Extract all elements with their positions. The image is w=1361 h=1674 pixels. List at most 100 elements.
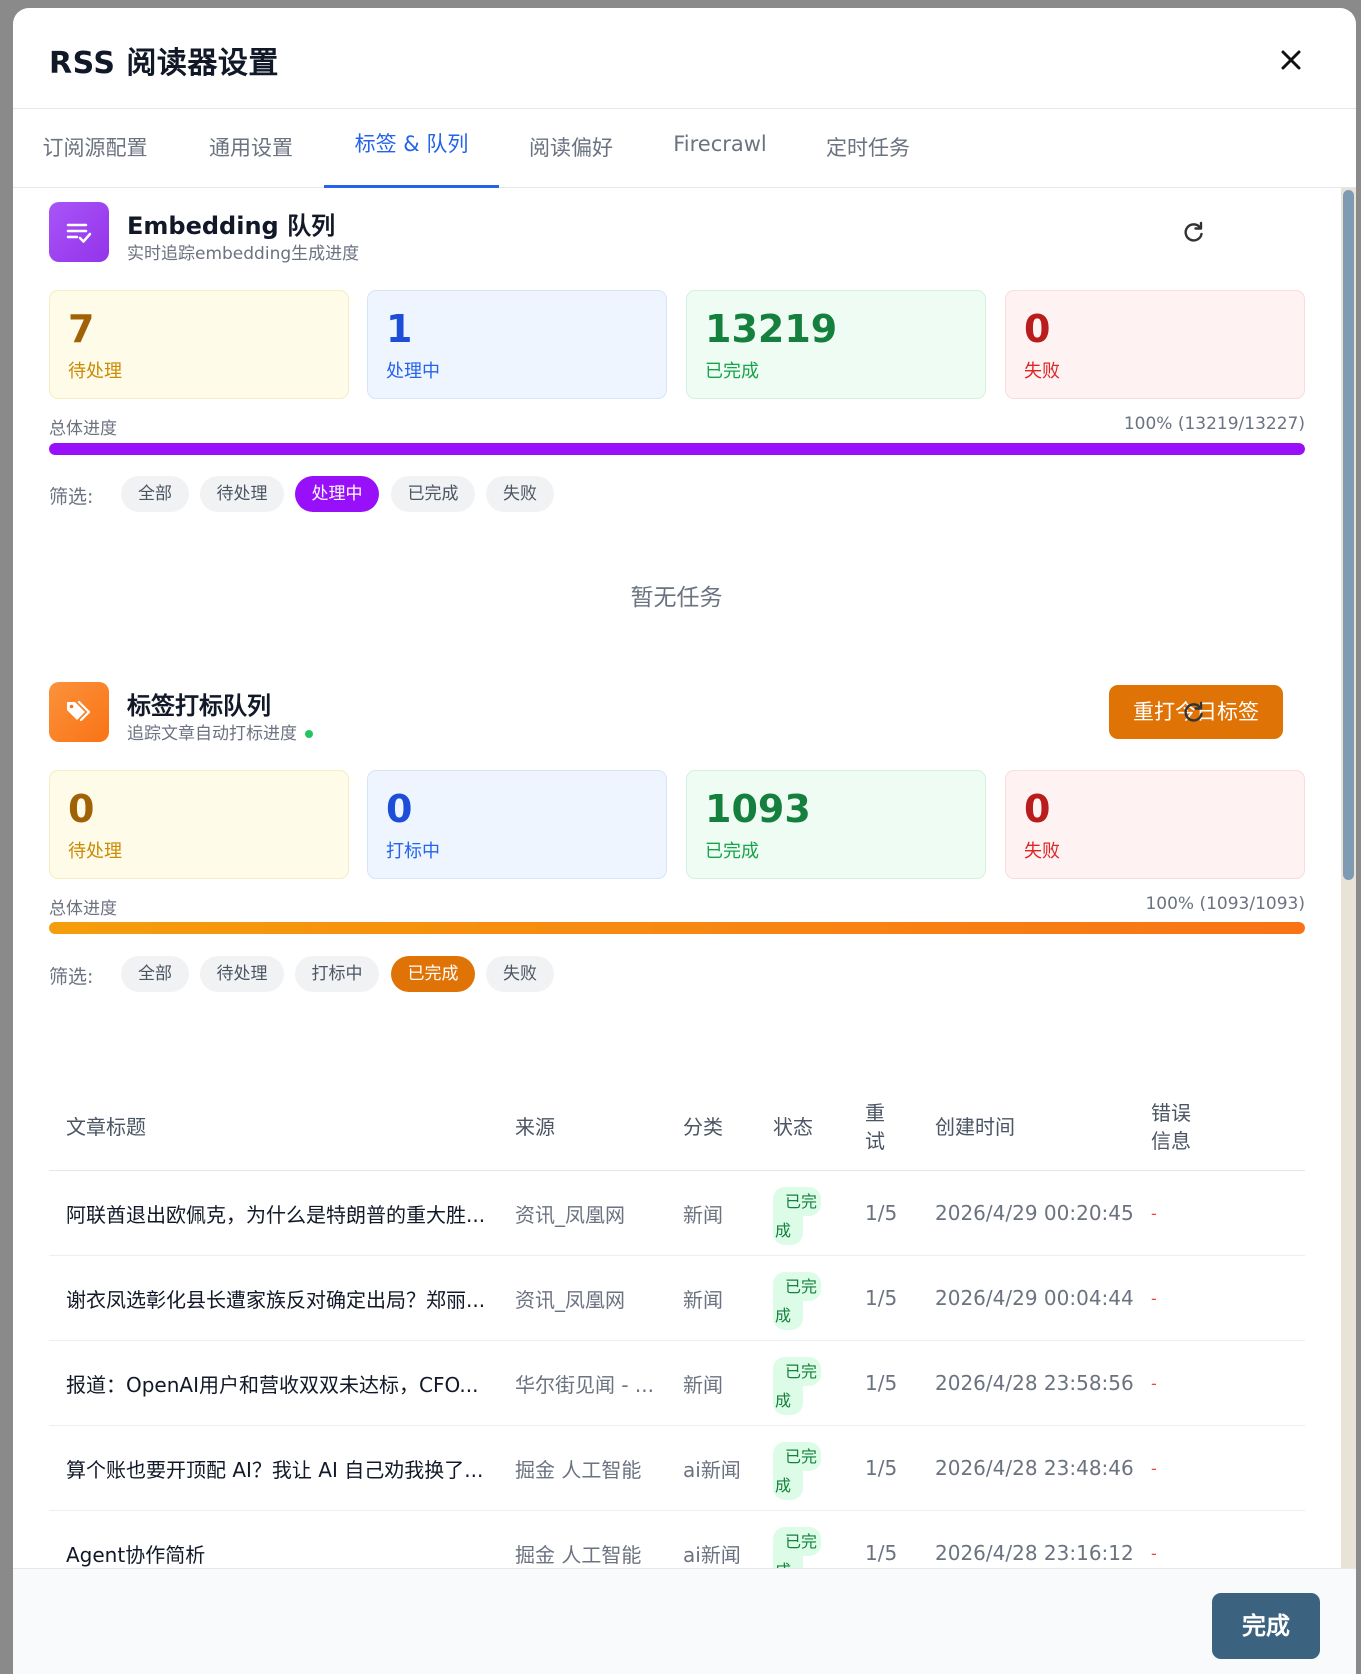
status-badge: 已完成 [773,1442,821,1500]
done-button[interactable]: 完成 [1212,1593,1320,1659]
close-button[interactable] [1273,42,1309,78]
tab-general[interactable]: 通用设置 [201,132,301,188]
cell-title: Agent协作简析 [66,1542,206,1567]
cell-retry: 1/5 [865,1286,898,1310]
tab-scheduled-tasks[interactable]: 定时任务 [818,132,918,188]
embedding-progress-label: 总体进度 [49,419,117,439]
cell-created: 2026/4/28 23:16:12 [935,1541,1134,1565]
queue-list-icon [49,202,109,262]
tagging-filter-tagging[interactable]: 打标中 [295,956,379,992]
embedding-queue-subtitle: 实时追踪embedding生成进度 [127,244,360,264]
cell-created: 2026/4/28 23:58:56 [935,1371,1134,1395]
stat-value: 7 [68,307,95,351]
tab-reading-prefs[interactable]: 阅读偏好 [521,132,621,188]
embedding-queue-header: Embedding 队列 实时追踪embedding生成进度 [49,202,1319,264]
cell-category: 新闻 [683,1202,723,1227]
embedding-filter-failed[interactable]: 失败 [486,476,554,512]
cell-source: 资讯_凤凰网 [515,1202,625,1227]
stat-label: 待处理 [68,361,122,382]
col-header-source: 来源 [515,1115,555,1139]
col-header-title: 文章标题 [66,1115,146,1139]
content-scrollbar[interactable] [1341,188,1356,1568]
tab-feed-config[interactable]: 订阅源配置 [35,132,155,188]
cell-error: - [1151,1458,1157,1478]
tagging-progress-label: 总体进度 [49,899,117,919]
stat-value: 0 [1024,787,1051,831]
cell-category: ai新闻 [683,1542,741,1567]
col-header-status: 状态 [773,1115,813,1139]
embedding-refresh-button[interactable] [1179,217,1209,247]
cell-title: 算个账也要开顶配 AI？我让 AI 自己劝我换了... [66,1457,484,1482]
cell-source: 掘金 人工智能 [515,1542,642,1567]
status-badge-line1: 已完 [773,1272,821,1301]
refresh-icon [1184,701,1203,722]
embedding-filter-completed[interactable]: 已完成 [391,476,475,512]
embedding-stat-pending: 7 待处理 [49,290,349,399]
tagging-filter-all[interactable]: 全部 [121,956,189,992]
tagging-filter-completed[interactable]: 已完成 [391,956,475,992]
tagging-stat-completed: 1093 已完成 [686,770,986,879]
embedding-progress-fill [49,443,1305,455]
tagging-queue-header: 标签打标队列 追踪文章自动打标进度 重打今日标签 [49,682,1319,744]
close-icon [1281,50,1301,70]
status-badge-line1: 已完 [773,1442,821,1471]
tagging-stat-pending: 0 待处理 [49,770,349,879]
stat-label: 已完成 [705,841,759,862]
stat-label: 已完成 [705,361,759,382]
embedding-filter-all[interactable]: 全部 [121,476,189,512]
tagging-queue-subtitle-row: 追踪文章自动打标进度 [127,719,313,744]
cell-category: 新闻 [683,1287,723,1312]
cell-category: ai新闻 [683,1457,741,1482]
cell-title: 报道：OpenAI用户和营收双双未达标，CFO... [66,1372,479,1397]
stat-label: 待处理 [68,841,122,862]
cell-retry: 1/5 [865,1201,898,1225]
modal-footer: 完成 [13,1568,1356,1674]
table-row[interactable]: 谢衣凤选彰化县长遭家族反对确定出局？郑丽... 资讯_凤凰网 新闻 已完成 1/… [49,1256,1305,1341]
modal-header: RSS 阅读器设置 [13,8,1356,109]
status-badge: 已完成 [773,1272,821,1330]
tagging-filter-row: 筛选: 全部 待处理 打标中 已完成 失败 [49,956,849,992]
stat-label: 失败 [1024,841,1060,862]
stat-value: 0 [386,787,413,831]
cell-category: 新闻 [683,1372,723,1397]
col-header-error: 错误信息 [1151,1101,1191,1153]
cell-retry: 1/5 [865,1541,898,1565]
tagging-progress-fill [49,922,1305,934]
stat-value: 1093 [705,787,811,831]
embedding-stat-processing: 1 处理中 [367,290,667,399]
modal-title: RSS 阅读器设置 [49,46,279,81]
tab-tags-queue[interactable]: 标签 & 队列 [324,128,499,188]
col-header-category: 分类 [683,1115,723,1139]
cell-error: - [1151,1373,1157,1393]
status-badge-line2: 成 [773,1471,803,1500]
tagging-filter-pending[interactable]: 待处理 [200,956,284,992]
col-header-created: 创建时间 [935,1115,1015,1139]
cell-source: 华尔街见闻 - ... [515,1372,655,1397]
cell-created: 2026/4/29 00:04:44 [935,1286,1134,1310]
col-header-retry: 重试 [865,1101,885,1153]
tagging-filter-failed[interactable]: 失败 [486,956,554,992]
stat-value: 0 [1024,307,1051,351]
status-badge-line2: 成 [773,1216,803,1245]
stat-value: 0 [68,787,95,831]
tagging-refresh-button[interactable] [1179,697,1209,727]
tagging-queue-title: 标签打标队列 [127,692,271,720]
status-badge-line2: 成 [773,1556,803,1568]
live-status-dot [305,730,313,738]
table-row[interactable]: 阿联酋退出欧佩克，为什么是特朗普的重大胜... 资讯_凤凰网 新闻 已完成 1/… [49,1171,1305,1256]
embedding-filter-processing[interactable]: 处理中 [295,476,379,512]
scrollbar-thumb[interactable] [1343,190,1354,880]
tag-icon [49,682,109,742]
cell-title: 谢衣凤选彰化县长遭家族反对确定出局？郑丽... [66,1287,486,1312]
cell-created: 2026/4/29 00:20:45 [935,1201,1134,1225]
tab-firecrawl[interactable]: Firecrawl [668,132,772,188]
embedding-filter-pending[interactable]: 待处理 [200,476,284,512]
embedding-filter-row: 筛选: 全部 待处理 处理中 已完成 失败 [49,476,849,512]
tagging-stat-failed: 0 失败 [1005,770,1305,879]
embedding-stat-completed: 13219 已完成 [686,290,986,399]
table-row[interactable]: 报道：OpenAI用户和营收双双未达标，CFO... 华尔街见闻 - ... 新… [49,1341,1305,1426]
table-row[interactable]: Agent协作简析 掘金 人工智能 ai新闻 已完成 1/5 2026/4/28… [49,1511,1305,1568]
embedding-queue-title: Embedding 队列 [127,212,336,240]
cell-error: - [1151,1203,1157,1223]
table-row[interactable]: 算个账也要开顶配 AI？我让 AI 自己劝我换了... 掘金 人工智能 ai新闻… [49,1426,1305,1511]
